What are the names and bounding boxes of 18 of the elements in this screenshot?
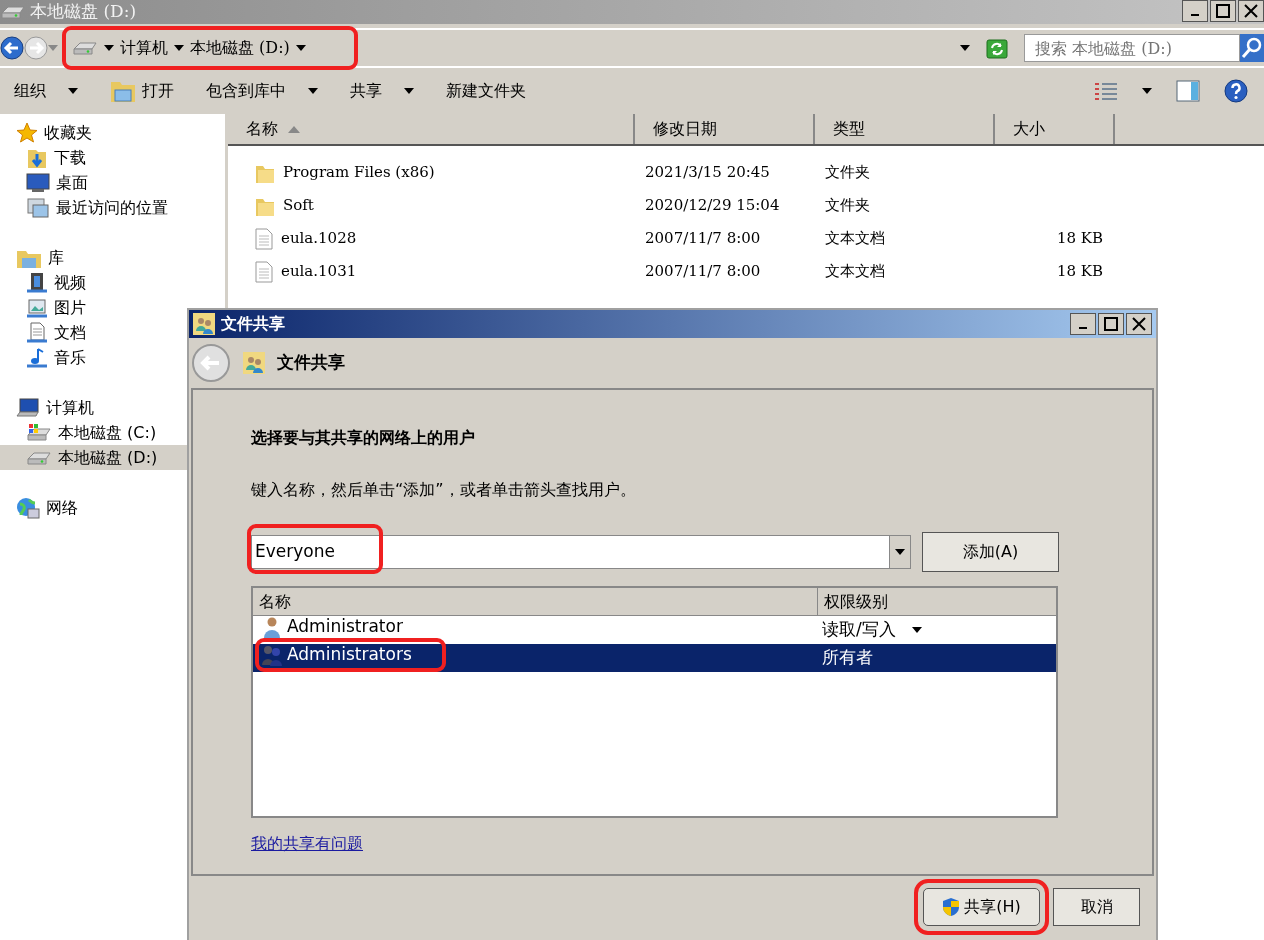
size-cell: 18 KB [1056,229,1103,248]
window-title: 本地磁盘 (D:) [30,0,137,24]
dialog-header: 文件共享 [277,351,345,375]
type-cell-text: 文本文档 [824,229,885,248]
date-cell-text: 2021/3/15 20:45 [644,163,770,182]
user-name: Administrator [287,615,403,639]
type-cell-text: 文件夹 [824,196,870,215]
size-cell: 18 KB [1056,262,1103,281]
date-cell-text: 2007/11/7 8:00 [644,262,761,281]
permission-level: 所有者 [822,646,873,670]
heading: 选择要与其共享的网络上的用户 [251,427,476,449]
date-cell-text: 2020/12/29 15:04 [644,196,780,215]
user-name: Administrators [287,643,412,667]
date-cell-text: 2007/11/7 8:00 [644,229,761,248]
dialog-title: 文件共享 [221,313,285,335]
type-cell-text: 文本文档 [824,262,885,281]
type-cell-text: 文件夹 [824,163,870,182]
instruction-text: 键入名称，然后单击“添加”，或者单击箭头查找用户。 [251,479,637,501]
